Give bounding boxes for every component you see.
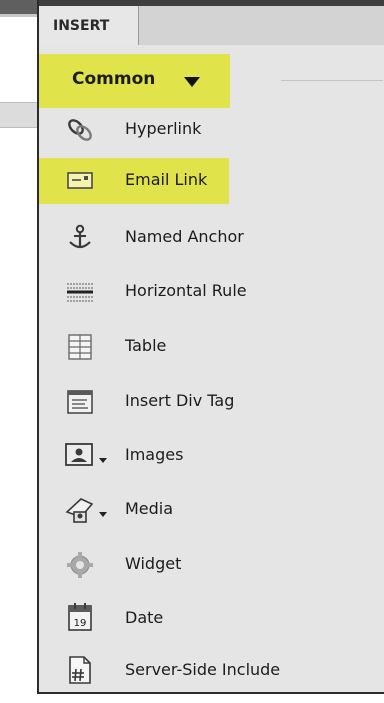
top-bar-edge <box>0 14 37 17</box>
images-icon <box>65 441 95 471</box>
chevron-down-icon[interactable] <box>99 458 107 463</box>
widget-icon <box>65 550 95 580</box>
insert-item-server-side-include[interactable]: Server-Side Include <box>39 653 384 689</box>
insert-item-insert-div-tag[interactable]: Insert Div Tag <box>39 384 384 420</box>
insert-item-email-link[interactable]: Email Link <box>39 158 229 204</box>
insert-item-label: Horizontal Rule <box>125 281 247 300</box>
insert-item-date[interactable]: 19 Date <box>39 601 384 637</box>
panel-tab-bar: INSERT <box>39 0 384 45</box>
insert-item-label: Media <box>125 499 174 518</box>
panel-divider <box>281 80 383 81</box>
background-strip <box>0 0 37 703</box>
insert-item-label: Server-Side Include <box>125 660 281 679</box>
insert-item-label: Insert Div Tag <box>125 391 235 410</box>
insert-item-label: Table <box>125 336 167 355</box>
insert-item-table[interactable]: Table <box>39 329 384 365</box>
named-anchor-icon <box>65 223 95 253</box>
insert-item-hyperlink[interactable]: Hyperlink <box>39 112 384 148</box>
server-side-include-icon <box>65 655 95 685</box>
insert-item-widget[interactable]: Widget <box>39 547 384 583</box>
top-bar <box>0 0 37 14</box>
horizontal-rule-icon <box>65 277 95 307</box>
date-icon-day: 19 <box>74 618 87 629</box>
media-icon <box>65 495 95 525</box>
table-icon <box>65 332 95 362</box>
category-label: Common <box>72 69 156 89</box>
toolbar-fragment <box>0 102 37 128</box>
tab-bar-fill <box>139 6 384 45</box>
email-link-icon <box>65 166 95 196</box>
insert-item-label: Named Anchor <box>125 227 244 246</box>
tab-insert[interactable]: INSERT <box>39 6 139 45</box>
insert-item-label: Widget <box>125 554 182 573</box>
insert-item-media[interactable]: Media <box>39 492 384 528</box>
category-dropdown[interactable]: Common <box>39 54 230 108</box>
chevron-down-icon[interactable] <box>99 512 107 517</box>
insert-item-named-anchor[interactable]: Named Anchor <box>39 220 384 256</box>
hyperlink-icon <box>65 115 95 145</box>
insert-item-label: Images <box>125 445 184 464</box>
insert-div-tag-icon <box>65 387 95 417</box>
insert-item-label: Date <box>125 608 164 627</box>
insert-panel: INSERT Common Hyperlink Email Link Named… <box>37 0 384 694</box>
insert-item-label: Hyperlink <box>125 119 202 138</box>
insert-item-horizontal-rule[interactable]: Horizontal Rule <box>39 274 384 310</box>
chevron-down-icon <box>184 77 200 87</box>
date-icon: 19 <box>65 602 95 632</box>
insert-item-images[interactable]: Images <box>39 438 384 474</box>
insert-item-label: Email Link <box>125 170 208 189</box>
